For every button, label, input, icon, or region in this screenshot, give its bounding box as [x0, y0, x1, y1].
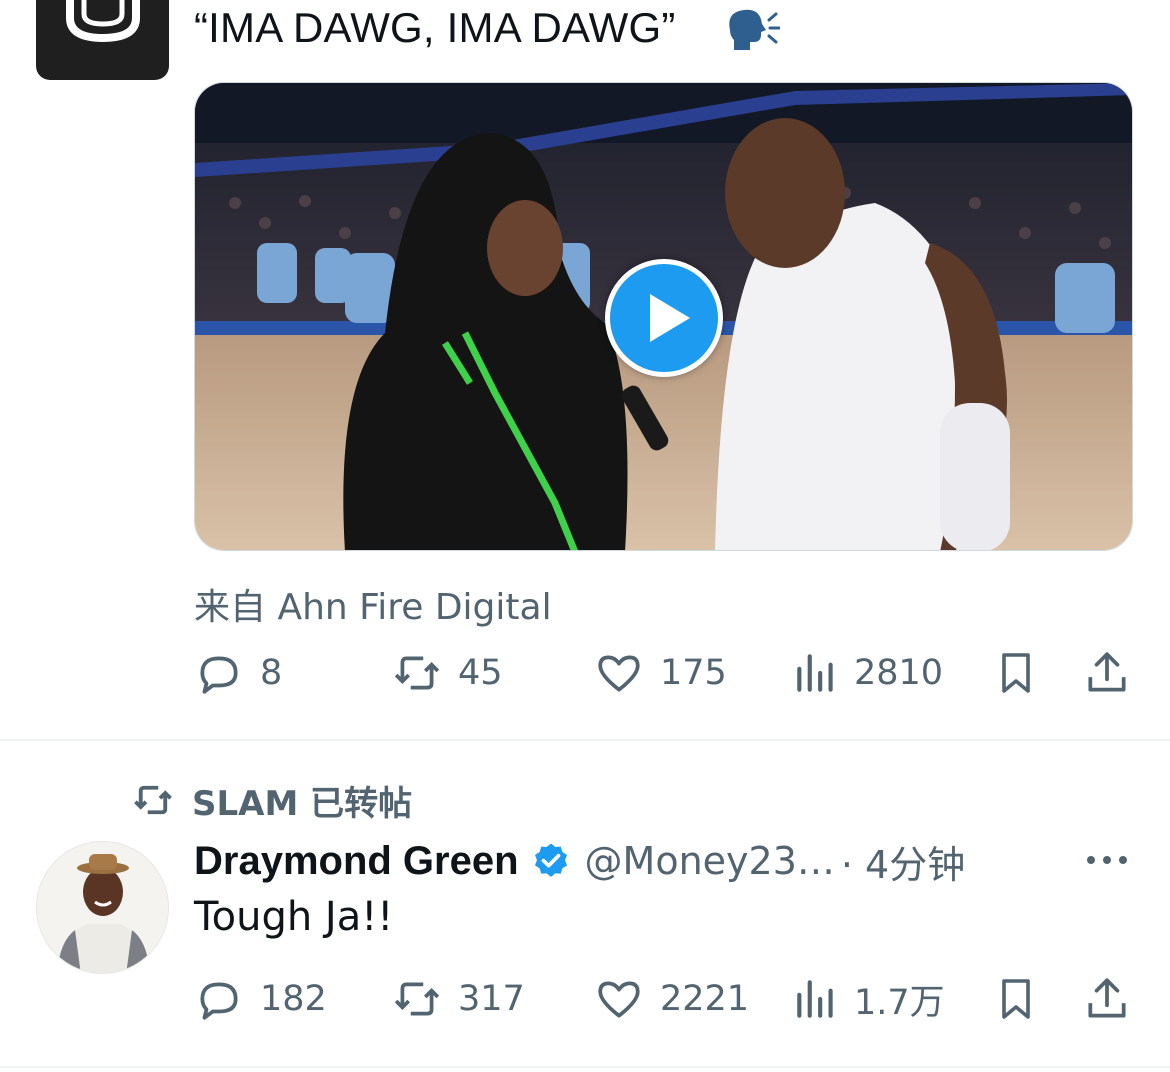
like-count: 175 [660, 653, 727, 693]
retweet-count: 317 [458, 979, 525, 1019]
retweet-icon [134, 785, 172, 815]
u-logo-icon [66, 0, 140, 43]
more-icon[interactable] [1085, 850, 1129, 870]
bookmark-button[interactable] [992, 974, 1040, 1024]
action-bar: 182 317 2221 1.7万 [194, 974, 1134, 1024]
author-name[interactable]: Draymond Green [194, 839, 519, 884]
speaking-head-icon [729, 9, 780, 50]
reply-count: 182 [260, 979, 327, 1019]
heart-icon [598, 981, 640, 1018]
play-button[interactable] [605, 259, 723, 377]
bookmark-icon [1002, 979, 1030, 1019]
reply-count: 8 [260, 653, 283, 693]
share-button[interactable] [1082, 648, 1132, 698]
tweet-text: “IMA DAWG, IMA DAWG” [194, 4, 676, 51]
retweet-button[interactable]: 45 [392, 648, 503, 698]
retweet-icon [394, 656, 440, 690]
reply-icon [200, 982, 238, 1020]
avatar[interactable] [36, 841, 169, 974]
source-label: 来自 Ahn Fire Digital [194, 587, 552, 628]
heart-icon [598, 655, 640, 692]
views-count: 2810 [854, 653, 944, 693]
reply-button[interactable]: 182 [194, 974, 327, 1024]
verified-badge-icon [534, 843, 567, 877]
bookmark-button[interactable] [992, 648, 1040, 698]
views-button[interactable]: 1.7万 [794, 974, 945, 1024]
like-button[interactable]: 175 [594, 648, 727, 698]
share-icon [1088, 652, 1126, 692]
retweet-count: 45 [458, 653, 503, 693]
bookmark-icon [1002, 653, 1030, 693]
share-button[interactable] [1082, 974, 1132, 1024]
reply-button[interactable]: 8 [194, 648, 282, 698]
like-button[interactable]: 2221 [594, 974, 749, 1024]
views-button[interactable]: 2810 [794, 648, 943, 698]
reply-icon [200, 656, 238, 694]
author-row: Draymond Green @Money23… · 4分钟 [194, 834, 965, 889]
tweet-1[interactable]: “IMA DAWG, IMA DAWG” 来自 Ahn Fire Digital… [0, 0, 1170, 740]
views-icon [797, 980, 833, 1018]
timestamp[interactable]: · 4分钟 [841, 834, 965, 889]
share-icon [1088, 978, 1126, 1018]
retweet-context[interactable]: SLAM 已转帖 [132, 778, 413, 824]
play-icon [650, 294, 690, 342]
retweet-icon [394, 982, 440, 1016]
author-handle[interactable]: @Money23… [585, 839, 835, 883]
profile-photo [37, 842, 168, 973]
divider [0, 1066, 1170, 1068]
like-count: 2221 [660, 979, 750, 1019]
tweet-text: Tough Ja!! [194, 894, 394, 940]
retweet-context-label: SLAM 已转帖 [192, 783, 413, 824]
action-bar: 8 45 175 2810 [194, 648, 1134, 698]
views-count: 1.7万 [854, 982, 945, 1023]
video-media[interactable] [194, 82, 1133, 551]
retweet-button[interactable]: 317 [392, 974, 525, 1024]
divider [0, 739, 1170, 741]
avatar[interactable] [36, 0, 169, 80]
views-icon [797, 654, 833, 692]
